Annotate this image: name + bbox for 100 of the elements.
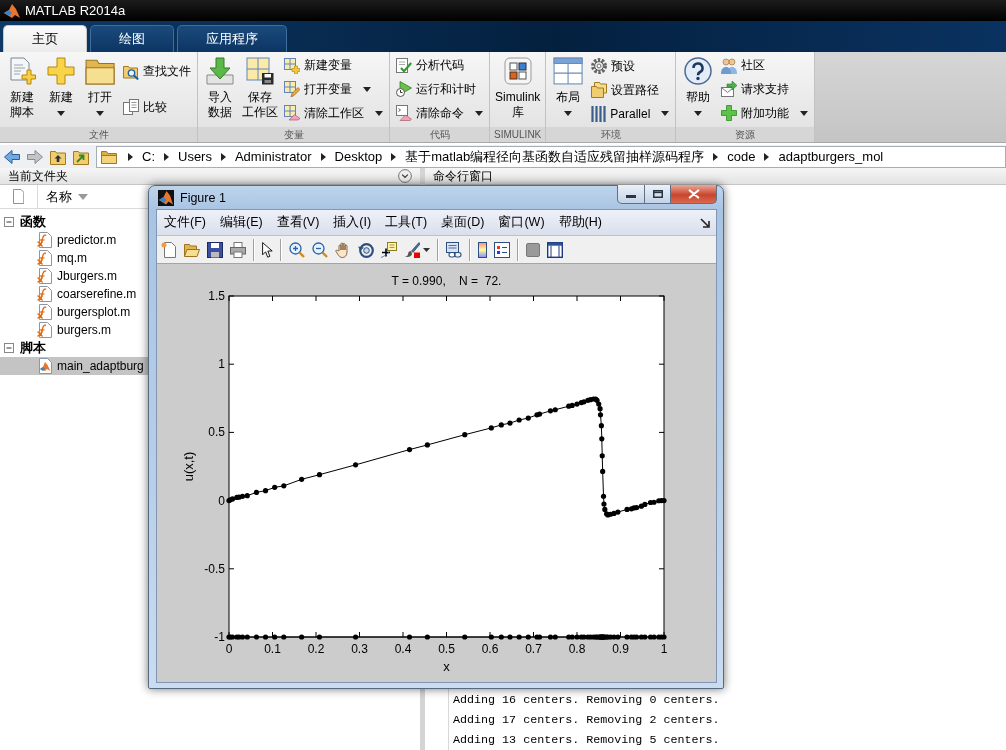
legend-icon[interactable] [494, 241, 510, 258]
toolstrip-button[interactable]: 打开 [81, 52, 119, 127]
zoom-in-icon[interactable] [289, 241, 305, 258]
peak-logo-icon [4, 3, 20, 18]
breadcrumb-arrow-icon [391, 152, 397, 161]
toolstrip-button[interactable]: 导入数据 [201, 52, 239, 127]
save-icon[interactable] [207, 241, 223, 258]
link-icon[interactable] [446, 241, 462, 258]
file-item[interactable]: burgersplot.m [0, 303, 148, 321]
maximize-button[interactable] [645, 185, 671, 204]
toolstrip-button[interactable]: 查找文件 [121, 61, 193, 83]
colorbar-icon[interactable] [478, 241, 487, 258]
file-item[interactable]: Jburgers.m [0, 267, 148, 285]
column-header[interactable]: 名称 [46, 187, 72, 206]
breadcrumb-arrow-icon [220, 152, 226, 161]
grid-pencil-icon [284, 81, 300, 98]
toolstrip-button[interactable]: 帮助 [679, 52, 718, 127]
peak-logo-icon [158, 189, 174, 206]
tab[interactable]: 应用程序 [177, 25, 287, 52]
window-icon[interactable] [547, 241, 563, 258]
file-item[interactable]: predictor.m [0, 231, 148, 249]
tab[interactable]: 主页 [3, 25, 87, 52]
file-item[interactable]: coarserefine.m [0, 285, 148, 303]
toolstrip-button[interactable]: 运行和计时 [394, 79, 485, 100]
path-segment[interactable]: Desktop [334, 149, 383, 164]
folder-arrow-icon[interactable] [73, 148, 89, 165]
toolstrip-button[interactable]: 请求支持 [719, 79, 811, 100]
menu-item[interactable]: 窗口(W) [491, 214, 552, 231]
block-library-icon [503, 57, 532, 85]
dock-arrow-icon[interactable] [700, 217, 710, 228]
tick-label: 0.8 [568, 642, 586, 656]
toolstrip-button[interactable]: 分析代码 [394, 55, 485, 77]
tick-label: 0.2 [307, 642, 325, 656]
help-icon [684, 57, 713, 85]
back-icon[interactable] [4, 149, 20, 164]
path-segment[interactable]: Users [178, 149, 212, 164]
brush-icon[interactable] [404, 241, 420, 258]
menu-item[interactable]: 文件(F) [157, 214, 213, 231]
toolstrip-button[interactable]: 保存工作区 [240, 52, 280, 127]
toolstrip-button[interactable]: 设置路径 [589, 79, 672, 101]
menu-item[interactable]: 帮助(H) [551, 214, 609, 231]
printer-icon[interactable] [230, 241, 246, 258]
section-label: 文件 [0, 127, 197, 142]
folder-search-icon [123, 63, 139, 80]
settings-icon [591, 58, 608, 74]
toolstrip-button[interactable]: 布局 [549, 52, 588, 127]
tab[interactable]: 绘图 [90, 25, 174, 52]
zoom-out-icon[interactable] [312, 241, 328, 258]
folder-icon [101, 149, 117, 164]
toolstrip-button[interactable]: 预设 [589, 55, 672, 77]
menu-item[interactable]: 工具(T) [378, 214, 435, 231]
toolstrip-button[interactable]: 附加功能 [719, 102, 811, 124]
function-file-icon [37, 286, 52, 302]
folder-up-icon[interactable] [50, 148, 66, 165]
toolstrip-button[interactable]: 清除命令 [394, 102, 485, 124]
tree-group[interactable]: 函数 [0, 213, 148, 231]
eraser-icon [396, 105, 412, 122]
path-segment[interactable]: Administrator [234, 149, 312, 164]
toolstrip-button[interactable]: Simulink 库 [493, 52, 543, 127]
path-segment[interactable]: adaptburgers_mol [778, 149, 884, 164]
hand-icon[interactable] [335, 241, 351, 258]
path-field[interactable]: C: Users Administrator Desktop 基于matlab编程径向基函数自适应残留抽样源码程序 code adaptburgers_mol [96, 145, 1006, 168]
file-item[interactable]: burgers.m [0, 321, 148, 339]
tick-label: 0 [225, 642, 233, 656]
tick-label: 0.7 [525, 642, 542, 656]
toolstrip-button[interactable]: 清除工作区 [282, 102, 385, 124]
file-item[interactable]: main_adaptburg [0, 357, 148, 375]
tree-group[interactable]: 脚本 [0, 339, 148, 357]
toolstrip-button[interactable]: 新建 [42, 52, 80, 127]
minimize-button[interactable] [617, 185, 645, 204]
toolstrip-button[interactable]: 新建变量 [282, 55, 385, 77]
toolstrip-button[interactable]: 新建脚本 [3, 52, 41, 127]
breadcrumb-arrow-icon [764, 152, 770, 161]
menu-item[interactable]: 编辑(E) [212, 214, 270, 231]
new-file-icon[interactable] [161, 241, 177, 258]
toolstrip-button[interactable]: 比较 [121, 96, 193, 118]
circle-chevron-icon[interactable] [398, 169, 412, 183]
menu-item[interactable]: 插入(I) [326, 214, 379, 231]
panel-title: 当前文件夹 [8, 167, 68, 185]
vertical-bars-icon [591, 105, 607, 122]
file-item[interactable]: mq.m [0, 249, 148, 267]
path-segment[interactable]: 基于matlab编程径向基函数自适应残留抽样源码程序 [405, 147, 705, 166]
data-cursor-icon[interactable] [381, 241, 397, 258]
function-file-icon [37, 322, 52, 338]
forward-icon[interactable] [27, 149, 43, 164]
toolstrip-button[interactable]: 社区 [719, 55, 811, 77]
pointer-icon[interactable] [262, 241, 273, 258]
path-segment[interactable]: code [727, 149, 756, 164]
rotate-icon[interactable] [358, 241, 374, 258]
menu-item[interactable]: 桌面(D) [434, 214, 492, 231]
caret-icon[interactable] [423, 247, 430, 252]
close-button[interactable] [671, 185, 717, 204]
script-file-icon [37, 358, 52, 374]
path-segment[interactable]: C: [142, 149, 155, 164]
menu-item[interactable]: 查看(V) [269, 214, 327, 231]
square-icon[interactable] [526, 242, 540, 257]
open-folder-icon[interactable] [184, 241, 200, 258]
toolstrip-button[interactable]: 打开变量 [282, 79, 385, 100]
play-clock-icon [396, 81, 412, 98]
toolstrip-button[interactable]: Parallel [589, 103, 672, 124]
